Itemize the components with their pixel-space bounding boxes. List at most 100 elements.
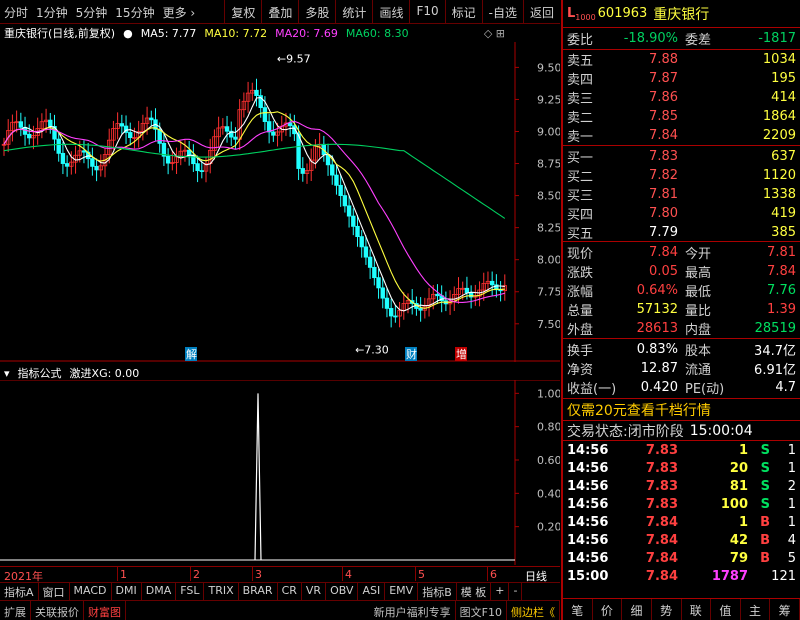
panel-tab-2[interactable]: 细	[622, 599, 652, 620]
candle-body	[384, 297, 390, 309]
indicator-tab-5[interactable]: FSL	[176, 583, 205, 600]
period-tab-4[interactable]: 更多 ›	[163, 4, 196, 21]
toolbar-button-0[interactable]: 复权	[224, 0, 261, 24]
indicator-tick-label: 0.20	[537, 521, 560, 534]
panel-tab-1[interactable]: 价	[593, 599, 623, 620]
bottom-bar-item-2[interactable]: 财富图	[84, 601, 126, 620]
tick-row: 14:56 7.83 20 S 1	[567, 459, 798, 478]
tick-time: 14:56	[567, 461, 609, 476]
panel-tab-5[interactable]: 值	[711, 599, 741, 620]
tick-volume: 1	[738, 515, 748, 530]
period-tab-0[interactable]: 分时	[4, 4, 28, 21]
panel-tab-3[interactable]: 势	[652, 599, 682, 620]
ma20-line	[3, 120, 505, 303]
bottom-bar-item-3[interactable]: 新用户福利专享	[370, 601, 456, 620]
panel-tab-0[interactable]: 笔	[563, 599, 593, 620]
signal-spike	[254, 393, 262, 561]
stat-value: 28519	[754, 321, 796, 336]
candle-body	[128, 132, 133, 139]
stat-label: 涨跌	[567, 266, 594, 281]
indicator-tab-9[interactable]: VR	[302, 583, 327, 600]
candle-body	[393, 315, 398, 318]
settings-icon[interactable]: ●	[123, 27, 133, 40]
indicator-tab-0[interactable]: 指标A	[0, 583, 39, 600]
bottom-bar-item-4[interactable]: 图文F10	[456, 601, 507, 620]
period-tab-3[interactable]: 15分钟	[115, 4, 154, 21]
indicator-tab-3[interactable]: DMI	[112, 583, 142, 600]
panel-tab-7[interactable]: 筹	[770, 599, 800, 620]
indicator-tab-7[interactable]: BRAR	[239, 583, 278, 600]
tick-side: S	[760, 479, 770, 494]
toolbar-actions: 复权 叠加 多股 统计 画线 F10 标记 -自选 返回	[224, 0, 560, 24]
indicator-tab-1[interactable]: 窗口	[39, 583, 70, 600]
bottom-bar-item-0[interactable]: 扩展	[0, 601, 31, 620]
fund-row: 收益(一) 0.420 PE(动) 4.7	[567, 378, 798, 397]
stat-row: 涨跌 0.05 最高 7.84	[567, 262, 798, 281]
indicator-tab-2[interactable]: MACD	[70, 583, 112, 600]
candle-body	[376, 277, 381, 289]
stat-label: 最低	[685, 285, 712, 300]
order-volume: 1120	[762, 168, 796, 183]
toolbar-button-7[interactable]: -自选	[481, 0, 523, 24]
bottom-bar-item-1[interactable]: 关联报价	[31, 601, 84, 620]
indicator-tab-8[interactable]: CR	[278, 583, 302, 600]
candle-body	[48, 119, 53, 127]
toolbar-button-6[interactable]: 标记	[444, 0, 482, 24]
ma5-line	[3, 97, 505, 312]
tick-volume: 42	[729, 533, 748, 548]
panel-tab-4[interactable]: 联	[682, 599, 712, 620]
order-row: 卖二 7.85 1864	[567, 107, 798, 126]
indicator-tab-4[interactable]: DMA	[142, 583, 177, 600]
stat-label: 总量	[567, 304, 594, 319]
stat-label: 外盘	[567, 323, 594, 338]
candle-body	[165, 155, 171, 164]
period-tab-2[interactable]: 5分钟	[76, 4, 108, 21]
collapse-icon[interactable]: ▾	[4, 367, 10, 380]
candle-body	[367, 256, 373, 268]
period-selector: 分时 1分钟 5分钟 15分钟 更多 ›	[4, 4, 195, 21]
candle-body	[464, 287, 470, 294]
chart-controls-icon[interactable]: ◇ ⊞	[484, 27, 505, 40]
tick-volume: 81	[729, 479, 748, 494]
webi-value: -18.90%	[623, 31, 678, 46]
period-tab-1[interactable]: 1分钟	[36, 4, 68, 21]
tick-time: 14:56	[567, 443, 609, 458]
indicator-tab-15[interactable]: +	[491, 583, 510, 600]
ma10-label: MA10: 7.72	[204, 26, 268, 40]
tick-side: B	[760, 533, 770, 548]
candlestick-chart[interactable]: 9.50 9.25 9.00 8.75 8.50 8.25 8.00 7.75 7.50 ←9.5…	[0, 42, 560, 362]
indicator-tab-6[interactable]: TRIX	[204, 583, 239, 600]
order-volume: 1864	[762, 109, 796, 124]
fund-label: 换手	[567, 344, 594, 359]
fund-label: 股本	[685, 344, 712, 359]
order-volume: 414	[771, 90, 796, 105]
bottom-bar-item-5[interactable]: 侧边栏《	[507, 601, 560, 620]
tick-price: 7.83	[645, 461, 678, 476]
order-price: 7.83	[649, 149, 678, 164]
indicator-tab-14[interactable]: 模 板	[457, 583, 492, 600]
order-volume: 195	[771, 71, 796, 86]
stat-label: 量比	[685, 304, 712, 319]
x-tick-label: 2	[193, 568, 200, 581]
indicator-tab-11[interactable]: ASI	[358, 583, 386, 600]
toolbar-button-4[interactable]: 画线	[372, 0, 409, 24]
toolbar-button-8[interactable]: 返回	[522, 0, 560, 24]
toolbar-button-2[interactable]: 多股	[298, 0, 335, 24]
promo-link[interactable]: 仅需20元查看千档行情	[567, 400, 798, 419]
indicator-chart[interactable]: 1.00 0.80 0.60 0.40 0.20	[0, 380, 560, 565]
tick-row: 14:56 7.83 1 S 1	[567, 441, 798, 460]
panel-tab-6[interactable]: 主	[741, 599, 771, 620]
order-price: 7.79	[649, 225, 678, 240]
quote-panel: L 1000 601963 重庆银行 委比 -18.90% 委差 -1817 卖…	[561, 0, 800, 620]
indicator-tabs: 指标A 窗口 MACD DMI DMA FSL TRIX BRAR CR VR OBV ASI EMV 指…	[0, 582, 560, 600]
stat-row: 外盘 28613 内盘 28519	[567, 319, 798, 338]
order-label: 买三	[567, 189, 594, 204]
toolbar-button-1[interactable]: 叠加	[261, 0, 298, 24]
fund-label: 收益(一)	[567, 382, 617, 397]
indicator-tab-10[interactable]: OBV	[326, 583, 359, 600]
toolbar-button-5[interactable]: F10	[409, 0, 444, 24]
indicator-tab-16[interactable]: -	[509, 583, 523, 600]
indicator-tab-12[interactable]: EMV	[385, 583, 419, 600]
indicator-tab-13[interactable]: 指标B	[418, 583, 457, 600]
toolbar-button-3[interactable]: 统计	[335, 0, 372, 24]
